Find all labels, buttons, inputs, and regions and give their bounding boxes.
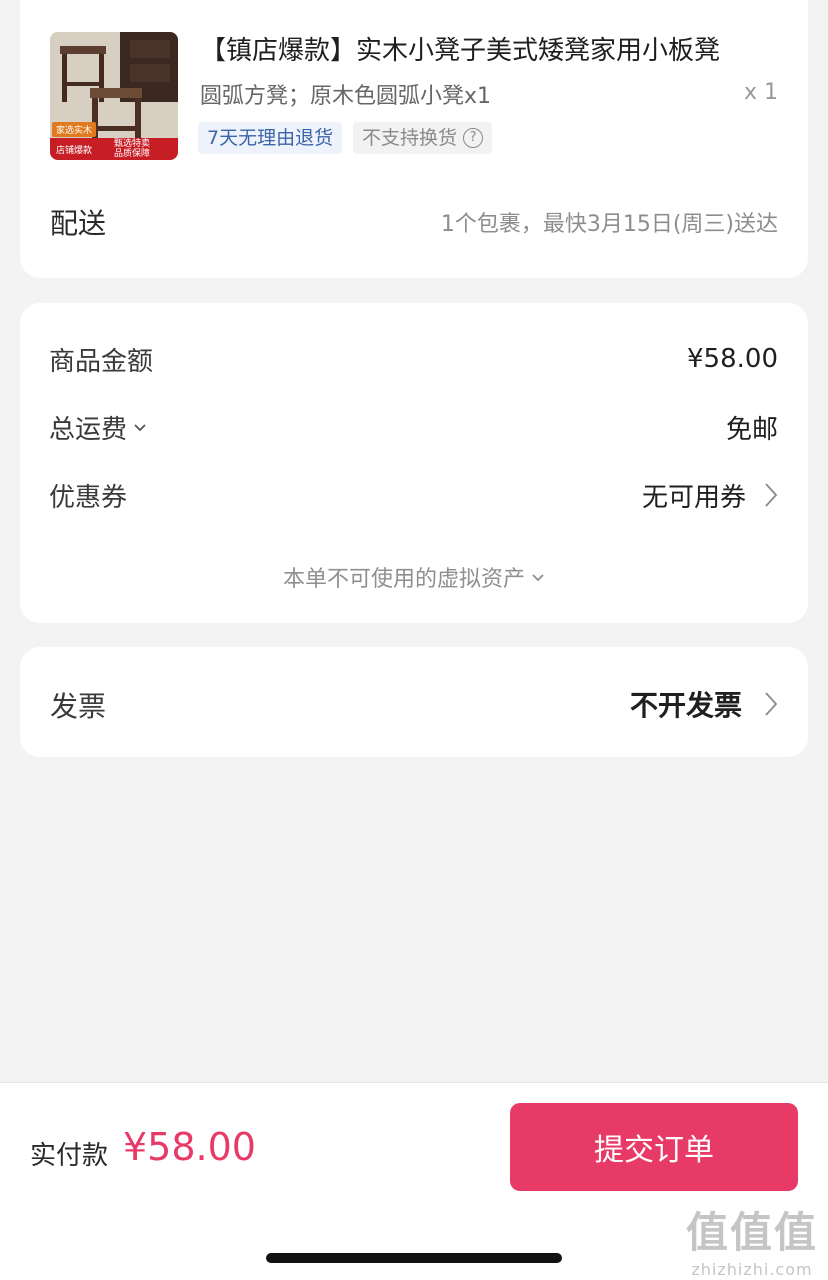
coupon-value-group[interactable]: 无可用券 bbox=[642, 477, 778, 514]
goods-amount-value: ¥58.00 bbox=[687, 344, 778, 374]
shipping-label: 总运费 bbox=[49, 414, 128, 445]
submit-order-button[interactable]: 提交订单 bbox=[510, 1103, 798, 1191]
shipping-row[interactable]: 总运费 免邮 bbox=[49, 407, 778, 447]
site-watermark: 值值值 zhizhizhi.com bbox=[686, 1199, 818, 1279]
thumb-banner-left: 店铺爆款 bbox=[56, 145, 93, 156]
actual-payment-amount: ¥58.00 bbox=[123, 1125, 256, 1169]
home-indicator[interactable] bbox=[266, 1253, 562, 1263]
question-icon[interactable]: ? bbox=[463, 128, 484, 148]
thumb-banner-right: 甄选特卖 品质保障 bbox=[114, 139, 178, 159]
thumb-banner-right-2: 品质保障 bbox=[114, 149, 151, 159]
exchange-policy-badge[interactable]: 不支持换货 ? bbox=[353, 122, 493, 154]
chevron-right-icon[interactable] bbox=[764, 691, 778, 717]
delivery-label: 配送 bbox=[50, 207, 107, 240]
invoice-value: 不开发票 bbox=[629, 689, 742, 722]
coupon-label: 优惠券 bbox=[49, 482, 128, 513]
product-spec: 圆弧方凳；原木色圆弧小凳x1 bbox=[200, 84, 492, 109]
thumb-banner-right-1: 甄选特卖 bbox=[114, 139, 151, 149]
virtual-assets-toggle[interactable]: 本单不可使用的虚拟资产 bbox=[20, 561, 808, 593]
shipping-label-group[interactable]: 总运费 bbox=[49, 409, 147, 446]
product-quantity: x 1 bbox=[743, 80, 778, 105]
order-confirm-page: 家选实木 店铺爆款 甄选特卖 品质保障 【镇店爆款】实木小凳子美式矮凳家用小板凳… bbox=[0, 0, 828, 1280]
watermark-logo: 值值值 bbox=[685, 1208, 818, 1257]
watermark-url: zhizhizhi.com bbox=[691, 1260, 813, 1279]
product-title[interactable]: 【镇店爆款】实木小凳子美式矮凳家用小板凳 bbox=[200, 30, 780, 67]
thumb-bottom-banner: 店铺爆款 甄选特卖 品质保障 bbox=[50, 138, 178, 160]
coupon-value: 无可用券 bbox=[641, 482, 746, 513]
thumb-top-tag: 家选实木 bbox=[52, 122, 97, 137]
price-summary-card: 商品金额 ¥58.00 总运费 免邮 优惠券 无可用券 本单不可使用的虚拟资产 bbox=[20, 303, 808, 623]
return-policy-badge: 7天无理由退货 bbox=[198, 122, 343, 154]
chevron-right-icon[interactable] bbox=[764, 482, 778, 508]
actual-payment-label: 实付款 bbox=[30, 1141, 109, 1171]
goods-amount-label: 商品金额 bbox=[49, 346, 154, 377]
shipping-value: 免邮 bbox=[725, 414, 778, 445]
chevron-down-icon bbox=[532, 574, 544, 582]
invoice-value-group[interactable]: 不开发票 bbox=[630, 684, 778, 724]
checkout-bar: 实付款 ¥58.00 提交订单 值值值 zhizhizhi.com bbox=[0, 1082, 828, 1280]
coupon-row[interactable]: 优惠券 无可用券 bbox=[49, 475, 778, 515]
virtual-assets-label: 本单不可使用的虚拟资产 bbox=[282, 567, 525, 592]
product-thumbnail[interactable]: 家选实木 店铺爆款 甄选特卖 品质保障 bbox=[50, 32, 178, 160]
product-card: 家选实木 店铺爆款 甄选特卖 品质保障 【镇店爆款】实木小凳子美式矮凳家用小板凳… bbox=[20, 0, 808, 278]
invoice-card[interactable]: 发票 不开发票 bbox=[20, 647, 808, 757]
invoice-label: 发票 bbox=[50, 690, 107, 723]
delivery-estimate: 1个包裹，最快3月15日(周三)送达 bbox=[440, 212, 778, 237]
chevron-down-icon[interactable] bbox=[133, 420, 147, 434]
exchange-policy-label: 不支持换货 bbox=[362, 127, 458, 149]
goods-amount-row: 商品金额 ¥58.00 bbox=[49, 339, 778, 379]
